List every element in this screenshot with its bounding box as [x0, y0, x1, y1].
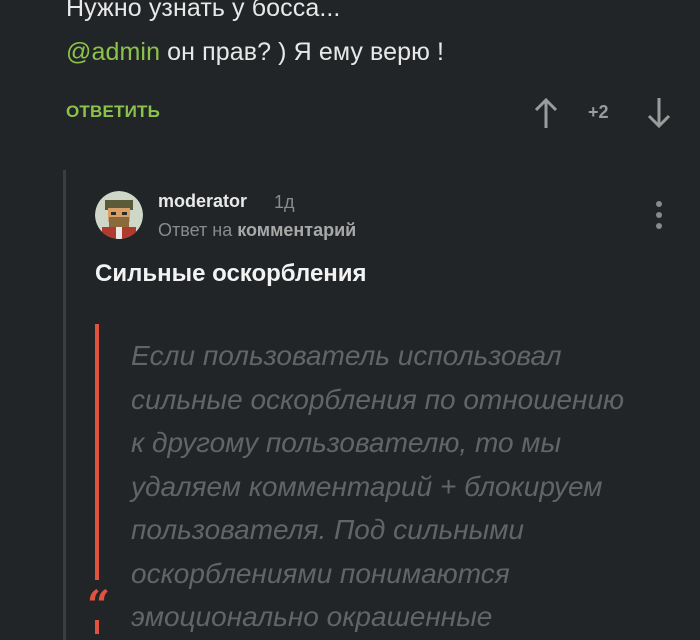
parent-comment-line-1: Нужно узнать у босса... [66, 0, 341, 22]
reply-to-info: Ответ на комментарий [158, 220, 356, 241]
moderator-avatar-icon [95, 191, 143, 239]
thread-indent-line [63, 170, 66, 640]
parent-comment-body: Нужно узнать у босса... @admin он прав? … [66, 0, 666, 74]
avatar[interactable] [95, 191, 143, 239]
comment-title: Сильные оскорбления [95, 260, 367, 287]
reply-to-prefix: Ответ на [158, 220, 238, 240]
mention-link[interactable]: @admin [66, 38, 160, 66]
downvote-button[interactable] [646, 96, 672, 130]
upvote-button[interactable] [533, 96, 559, 130]
parent-comment-line-2-text: он прав? ) Я ему верю ! [160, 38, 445, 66]
quote-line: эмоционально окрашенные [131, 601, 493, 632]
vote-count: +2 [588, 102, 609, 122]
parent-comment-line-2: @admin он прав? ) Я ему верю ! [66, 30, 666, 74]
author-name[interactable]: moderator [158, 191, 247, 212]
arrow-up-icon [534, 97, 558, 128]
quote-line: удаляем комментарий + блокируем [131, 470, 603, 502]
quote-line: Если пользователь использовал [131, 340, 562, 371]
quote-line: сильные оскорбления по отношению [131, 383, 625, 415]
quote-line: оскорблениями понимаются [131, 557, 510, 589]
reply-button[interactable]: ОТВЕТИТЬ [66, 102, 160, 122]
quote-line: к другому пользователю, то мы [131, 427, 562, 458]
quote-mark-icon: “ [87, 582, 111, 629]
quote-block: Если пользователь использовал сильные ос… [131, 334, 671, 639]
kebab-menu-icon [656, 201, 662, 229]
comment-time: 1д [274, 192, 295, 212]
more-options-button[interactable] [648, 198, 670, 234]
arrow-down-icon [647, 98, 671, 129]
reply-to-comment-link[interactable]: комментарий [237, 220, 356, 240]
quote-line: пользователя. Под сильными [131, 514, 524, 545]
